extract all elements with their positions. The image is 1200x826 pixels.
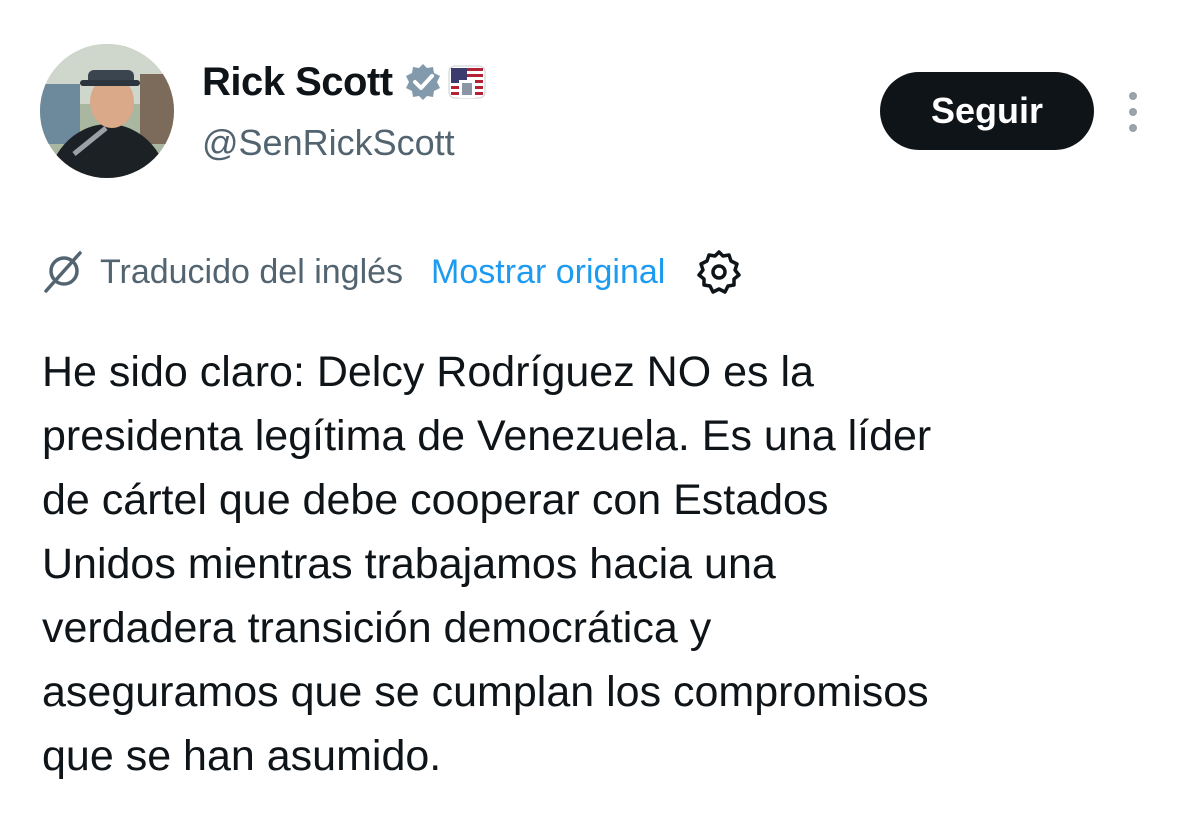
show-original-link[interactable]: Mostrar original xyxy=(431,253,665,292)
follow-button[interactable]: Seguir xyxy=(880,72,1094,150)
tweet-text-line: verdadera transición democrática y xyxy=(42,604,712,652)
author-handle[interactable]: @SenRickScott xyxy=(202,122,455,164)
tweet-text-line: Unidos mientras trabajamos hacia una xyxy=(42,540,776,588)
tweet-text-line: He sido claro: Delcy Rodríguez NO es la xyxy=(42,348,814,396)
translate-icon xyxy=(44,251,82,293)
gear-icon[interactable] xyxy=(695,248,743,296)
translation-bar: Traducido del inglés Mostrar original xyxy=(40,246,743,298)
avatar[interactable] xyxy=(40,44,174,178)
translated-label: Traducido del inglés xyxy=(100,252,404,291)
tweet-text-line: que se han asumido. xyxy=(42,732,442,780)
verified-badge-icon xyxy=(405,64,440,100)
author-name-row: Rick Scott xyxy=(202,54,487,110)
us-flag-badge-icon xyxy=(448,65,486,99)
tweet-text-line: aseguramos que se cumplan los compromiso… xyxy=(42,668,929,716)
tweet-text-line: presidenta legítima de Venezuela. Es una… xyxy=(42,412,932,460)
tweet-text: He sido claro: Delcy Rodríguez NO es la … xyxy=(42,340,1162,788)
tweet-text-line: de cártel que debe cooperar con Estados xyxy=(42,476,829,524)
author-display-name[interactable]: Rick Scott xyxy=(202,60,393,105)
more-vertical-icon[interactable] xyxy=(1118,88,1148,136)
